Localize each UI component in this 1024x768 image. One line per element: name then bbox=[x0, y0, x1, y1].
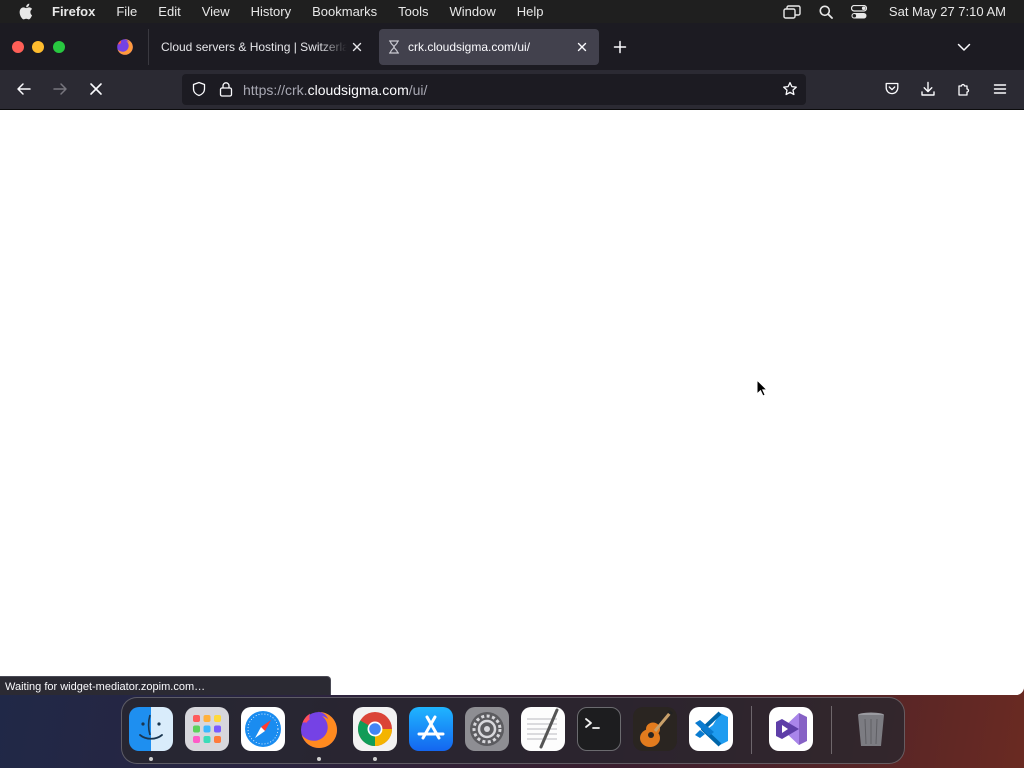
forward-arrow-icon[interactable] bbox=[51, 80, 69, 98]
spotlight-search-icon[interactable] bbox=[819, 5, 833, 19]
menu-help[interactable]: Help bbox=[517, 4, 544, 19]
apple-icon[interactable] bbox=[18, 3, 38, 20]
minimize-window-button[interactable] bbox=[32, 41, 44, 53]
close-window-button[interactable] bbox=[12, 41, 24, 53]
hourglass-loading-icon bbox=[388, 39, 402, 55]
finder-icon[interactable] bbox=[129, 707, 173, 751]
tab-cloudsigma-ui[interactable]: crk.cloudsigma.com/ui/ bbox=[379, 29, 599, 65]
tab-strip: Cloud servers & Hosting | Switzerland cr… bbox=[0, 23, 1024, 70]
stop-loading-icon[interactable] bbox=[87, 80, 105, 98]
menu-file[interactable]: File bbox=[116, 4, 137, 19]
system-preferences-icon[interactable] bbox=[465, 707, 509, 751]
menu-window[interactable]: Window bbox=[450, 4, 496, 19]
firefox-view-icon[interactable] bbox=[116, 38, 134, 56]
launchpad-icon[interactable] bbox=[185, 707, 229, 751]
macos-menu-bar: Firefox File Edit View History Bookmarks… bbox=[0, 0, 1024, 23]
vscode-icon[interactable] bbox=[689, 707, 733, 751]
menu-app-name[interactable]: Firefox bbox=[52, 4, 95, 19]
macos-dock bbox=[121, 697, 905, 764]
menu-bookmarks[interactable]: Bookmarks bbox=[312, 4, 377, 19]
extensions-puzzle-icon[interactable] bbox=[955, 80, 973, 98]
running-indicator bbox=[373, 757, 377, 761]
terminal-icon[interactable] bbox=[577, 707, 621, 751]
chrome-icon[interactable] bbox=[353, 707, 397, 751]
url-prefix: https://crk. bbox=[243, 82, 308, 98]
trash-icon[interactable] bbox=[849, 707, 893, 751]
mouse-cursor-icon bbox=[756, 378, 769, 397]
lock-icon[interactable] bbox=[219, 81, 233, 97]
url-domain: cloudsigma.com bbox=[307, 82, 409, 98]
textedit-icon[interactable] bbox=[521, 707, 565, 751]
url-text[interactable]: https://crk.cloudsigma.com/ui/ bbox=[243, 82, 427, 98]
menu-edit[interactable]: Edit bbox=[158, 4, 180, 19]
firefox-icon[interactable] bbox=[297, 707, 341, 751]
firefox-window: Cloud servers & Hosting | Switzerland cr… bbox=[0, 23, 1024, 695]
status-panel: Waiting for widget-mediator.zopim.com… bbox=[0, 676, 331, 695]
screen-mirroring-icon[interactable] bbox=[783, 4, 801, 19]
page-content-area[interactable] bbox=[0, 110, 1024, 695]
menu-tools[interactable]: Tools bbox=[398, 4, 428, 19]
back-arrow-icon[interactable] bbox=[15, 80, 33, 98]
dock-separator bbox=[751, 706, 752, 754]
address-bar[interactable]: https://crk.cloudsigma.com/ui/ bbox=[182, 74, 806, 105]
url-path: /ui/ bbox=[408, 82, 428, 98]
close-tab-icon[interactable] bbox=[575, 40, 589, 54]
bookmark-star-icon[interactable] bbox=[782, 81, 798, 97]
safari-icon[interactable] bbox=[241, 707, 285, 751]
running-indicator bbox=[149, 757, 153, 761]
menu-view[interactable]: View bbox=[202, 4, 230, 19]
fullscreen-window-button[interactable] bbox=[53, 41, 65, 53]
navigation-toolbar: https://crk.cloudsigma.com/ui/ bbox=[0, 70, 1024, 110]
new-tab-plus-icon[interactable] bbox=[612, 39, 628, 55]
tracking-protection-shield-icon[interactable] bbox=[191, 81, 207, 97]
tab-title: Cloud servers & Hosting | Switzerland bbox=[161, 40, 347, 54]
running-indicator bbox=[317, 757, 321, 761]
app-store-icon[interactable] bbox=[409, 707, 453, 751]
menu-bar-clock[interactable]: Sat May 27 7:10 AM bbox=[889, 4, 1006, 19]
pocket-icon[interactable] bbox=[883, 80, 901, 98]
dock-separator bbox=[831, 706, 832, 754]
visual-studio-icon[interactable] bbox=[769, 707, 813, 751]
tab-title: crk.cloudsigma.com/ui/ bbox=[408, 40, 531, 54]
hamburger-menu-icon[interactable] bbox=[991, 80, 1009, 98]
list-all-tabs-chevron-icon[interactable] bbox=[956, 39, 972, 55]
control-center-icon[interactable] bbox=[850, 4, 867, 19]
tab-separator bbox=[148, 29, 149, 65]
tab-cloudsigma-home[interactable]: Cloud servers & Hosting | Switzerland bbox=[150, 29, 372, 65]
garageband-icon[interactable] bbox=[633, 707, 677, 751]
close-tab-icon[interactable] bbox=[350, 40, 364, 54]
menu-history[interactable]: History bbox=[251, 4, 291, 19]
downloads-icon[interactable] bbox=[919, 80, 937, 98]
